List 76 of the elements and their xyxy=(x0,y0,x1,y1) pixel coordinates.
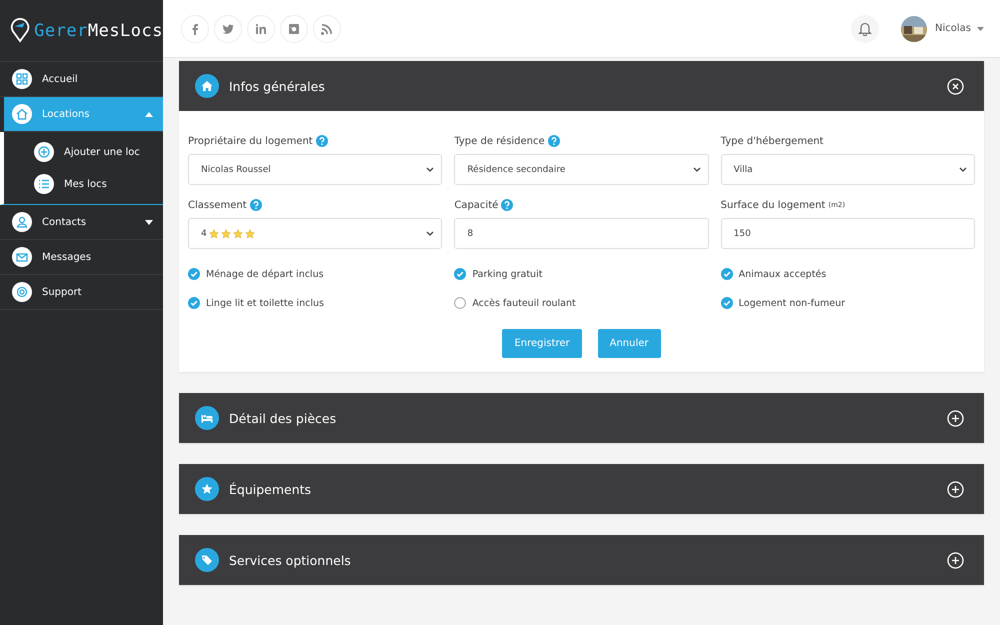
linkedin-icon[interactable] xyxy=(247,14,275,42)
caret-icon xyxy=(145,112,153,116)
field-label: Capacité xyxy=(454,200,498,210)
close-icon[interactable] xyxy=(947,78,964,94)
list-icon xyxy=(34,174,54,194)
panel-header[interactable]: Infos générales xyxy=(179,61,984,111)
caret-icon xyxy=(145,220,153,224)
checkbox-label: Ménage de départ inclus xyxy=(206,268,324,280)
caret-icon xyxy=(977,26,984,30)
checkbox-label: Logement non-fumeur xyxy=(738,298,846,308)
field-label: Propriétaire du logement xyxy=(188,136,313,146)
panel-header[interactable]: Détail des pièces xyxy=(179,393,984,443)
field-label: Classement xyxy=(188,200,247,210)
home-icon xyxy=(195,74,219,98)
star-icon xyxy=(220,228,231,238)
panel-title: Infos générales xyxy=(229,78,326,94)
support-icon xyxy=(12,282,32,302)
grid-icon xyxy=(12,69,32,89)
checkbox-label: Animaux acceptés xyxy=(738,268,826,280)
rss-icon[interactable] xyxy=(313,14,341,42)
chevron-icon xyxy=(958,167,967,172)
checkbox-label: Parking gratuit xyxy=(472,268,542,280)
help-icon[interactable] xyxy=(250,199,262,211)
select-field[interactable]: Villa xyxy=(720,154,975,185)
nav-item[interactable]: Messages xyxy=(0,240,163,275)
nav-item[interactable]: Support xyxy=(0,275,163,310)
plus-icon[interactable] xyxy=(947,480,964,498)
field-label: Type de résidence xyxy=(454,136,545,146)
checkbox[interactable] xyxy=(720,268,733,280)
checkbox[interactable] xyxy=(188,297,200,309)
help-icon[interactable] xyxy=(501,199,514,211)
logo-text: GererMesLocs xyxy=(34,20,163,40)
checkbox[interactable] xyxy=(188,268,200,280)
star-icon xyxy=(232,228,243,238)
tag-icon xyxy=(195,548,219,572)
home-icon xyxy=(12,104,32,124)
input-field[interactable]: 150 xyxy=(720,218,975,249)
checkbox-label: Accès fauteuil roulant xyxy=(472,298,576,308)
star-icon xyxy=(208,228,219,238)
panel-title: Services optionnels xyxy=(229,552,352,568)
panel-title: Détail des pièces xyxy=(229,410,338,426)
submenu-item[interactable]: Ajouter une loc xyxy=(4,136,163,168)
checkbox[interactable] xyxy=(720,297,733,309)
plus-icon[interactable] xyxy=(947,552,964,568)
checkbox[interactable] xyxy=(454,297,466,309)
nav-item[interactable]: Contacts xyxy=(0,205,163,240)
panel-title: Équipements xyxy=(229,482,312,496)
chevron-icon xyxy=(426,231,434,236)
help-icon[interactable] xyxy=(316,135,328,147)
star-icon xyxy=(244,228,255,238)
user-menu[interactable]: Nicolas xyxy=(935,23,971,34)
input-field[interactable]: 8 xyxy=(454,218,709,249)
submenu-item[interactable]: Mes locs xyxy=(4,168,163,200)
chevron-icon xyxy=(426,167,434,172)
select-field[interactable]: Nicolas Roussel xyxy=(188,154,442,185)
contacts-icon xyxy=(12,212,32,232)
panel-header[interactable]: Équipements xyxy=(179,464,984,514)
notification-bell-icon[interactable] xyxy=(851,14,879,42)
rating-value: 4 xyxy=(201,228,207,238)
checkbox-label: Linge lit et toilette inclus xyxy=(206,298,324,308)
field-label: Type d'hébergement xyxy=(720,136,824,146)
help-icon[interactable] xyxy=(548,135,560,147)
plus-icon xyxy=(34,142,54,162)
checkbox[interactable] xyxy=(454,268,466,280)
select-field[interactable]: 4 xyxy=(188,218,442,249)
logo-icon xyxy=(10,18,30,44)
facebook-icon[interactable] xyxy=(181,14,209,42)
instagram-icon[interactable] xyxy=(280,14,308,42)
chevron-icon xyxy=(692,167,701,172)
mail-icon xyxy=(12,247,32,267)
twitter-icon[interactable] xyxy=(214,14,242,42)
panel-header[interactable]: Services optionnels xyxy=(179,535,984,585)
field-label: Surface du logement xyxy=(720,200,826,210)
select-field[interactable]: Résidence secondaire xyxy=(454,154,709,185)
plus-icon[interactable] xyxy=(947,410,964,426)
bed-icon xyxy=(195,406,219,430)
